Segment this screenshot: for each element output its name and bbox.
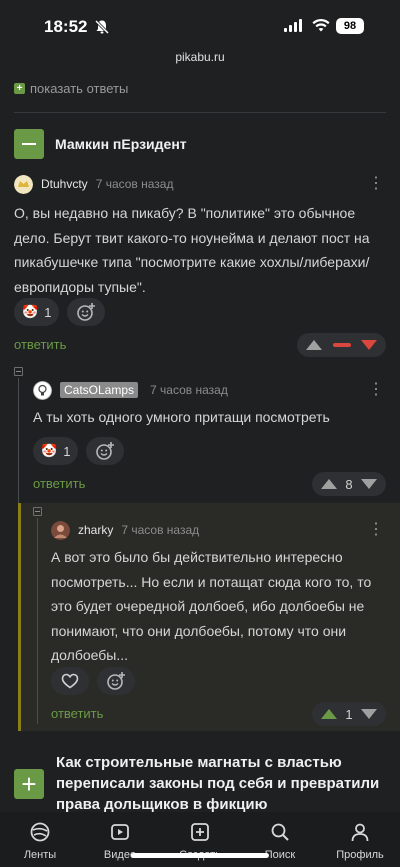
reaction-count: 1 [44,304,52,320]
add-reaction-button[interactable] [97,667,135,695]
tab-label: Ленты [23,849,57,861]
more-options-icon[interactable]: ⋮ [368,380,384,400]
vote-control [297,333,386,357]
search-icon [271,823,289,841]
collapse-thread-button[interactable] [33,507,42,516]
comment: Dtuhvcty 7 часов назад ⋮ О, вы недавно н… [14,174,386,357]
tab-video[interactable]: Видео [85,821,155,867]
feed-icon [30,822,50,842]
rating-count: 1 [345,706,353,722]
profile-icon [351,823,369,842]
add-reaction-button[interactable] [67,298,106,326]
comment: zharky 7 часов назад ⋮ А вот это было бы… [51,520,386,726]
expand-icon: + [14,83,25,94]
mute-bell-icon [94,19,110,35]
avatar[interactable] [14,174,33,194]
tab-label: Профиль [336,849,384,861]
avatar[interactable] [51,520,70,540]
reply-link[interactable]: ответить [33,476,85,491]
clown-emoji-icon: 🤡 [41,443,58,458]
next-story: + Как строительные магнаты с властью пер… [14,752,386,815]
tab-search[interactable]: Поиск [245,821,315,867]
rating-count: 8 [345,476,353,492]
comment-text: А ты хоть одного умного притащи посмотре… [33,409,330,425]
reaction-clown[interactable]: 🤡 1 [33,437,79,465]
story-header: Мамкин пЕрзидент [14,129,187,159]
comment: CatsOLamps 7 часов назад ⋮ А ты хоть одн… [33,380,386,496]
divider [14,112,386,113]
create-icon [191,823,209,841]
story-title[interactable]: Мамкин пЕрзидент [55,136,187,152]
show-replies-link[interactable]: + показать ответы [14,81,128,96]
tab-feeds[interactable]: Ленты [5,821,75,867]
upvote-icon[interactable] [321,709,337,719]
downvote-icon[interactable] [361,340,377,350]
bottom-tab-bar: Ленты Видео Создать Поиск Профиль [0,812,400,867]
more-options-icon[interactable]: ⋮ [368,174,384,194]
comment-time: 7 часов назад [121,523,200,537]
tab-profile[interactable]: Профиль [325,821,395,867]
tab-label: Поиск [264,849,296,861]
more-options-icon[interactable]: ⋮ [368,520,384,540]
add-reaction-button[interactable] [86,437,125,465]
cell-signal-icon [284,19,302,32]
status-time: 18:52 [44,17,88,36]
expand-story-button[interactable]: + [14,769,44,799]
thread-line[interactable] [37,518,38,724]
add-emoji-icon [96,442,115,460]
reply-link[interactable]: ответить [51,706,103,721]
upvote-icon[interactable] [321,479,337,489]
url-bar[interactable]: pikabu.ru [0,50,400,68]
thread-line[interactable] [18,378,19,503]
comment-author[interactable]: Dtuhvcty [41,177,88,191]
avatar[interactable] [33,380,52,400]
reaction-count: 1 [63,443,71,459]
like-button[interactable] [51,667,89,695]
reply-link[interactable]: ответить [14,337,66,352]
comment-time: 7 часов назад [95,177,174,191]
battery-indicator: 98 [336,18,364,34]
comment-author[interactable]: zharky [78,523,113,537]
downvote-icon[interactable] [360,709,377,719]
vote-control: 8 [312,472,386,496]
clown-emoji-icon: 🤡 [22,304,39,319]
collapse-thread-button[interactable] [14,367,23,376]
vote-control: 1 [312,702,386,726]
home-indicator [131,853,269,858]
collapse-story-button[interactable] [14,129,44,159]
status-bar: 18:52 98 [0,0,400,50]
video-icon [111,824,129,840]
comment-text: А вот это было бы действительно интересн… [51,549,372,663]
reaction-clown[interactable]: 🤡 1 [14,298,60,326]
wifi-icon [312,19,330,32]
comment-text: О, вы недавно на пикабу? В "политике" эт… [14,205,370,295]
tab-create[interactable]: Создать [165,821,235,867]
downvote-icon[interactable] [360,479,377,489]
rating-bar [332,343,351,347]
comment-time: 7 часов назад [150,383,228,397]
add-emoji-icon [107,672,125,690]
next-story-title[interactable]: Как строительные магнаты с властью переп… [56,752,386,815]
heart-icon [61,673,79,689]
comment-author[interactable]: CatsOLamps [60,382,139,398]
upvote-icon[interactable] [306,340,322,350]
show-replies-label: показать ответы [30,81,129,96]
add-emoji-icon [77,303,96,321]
